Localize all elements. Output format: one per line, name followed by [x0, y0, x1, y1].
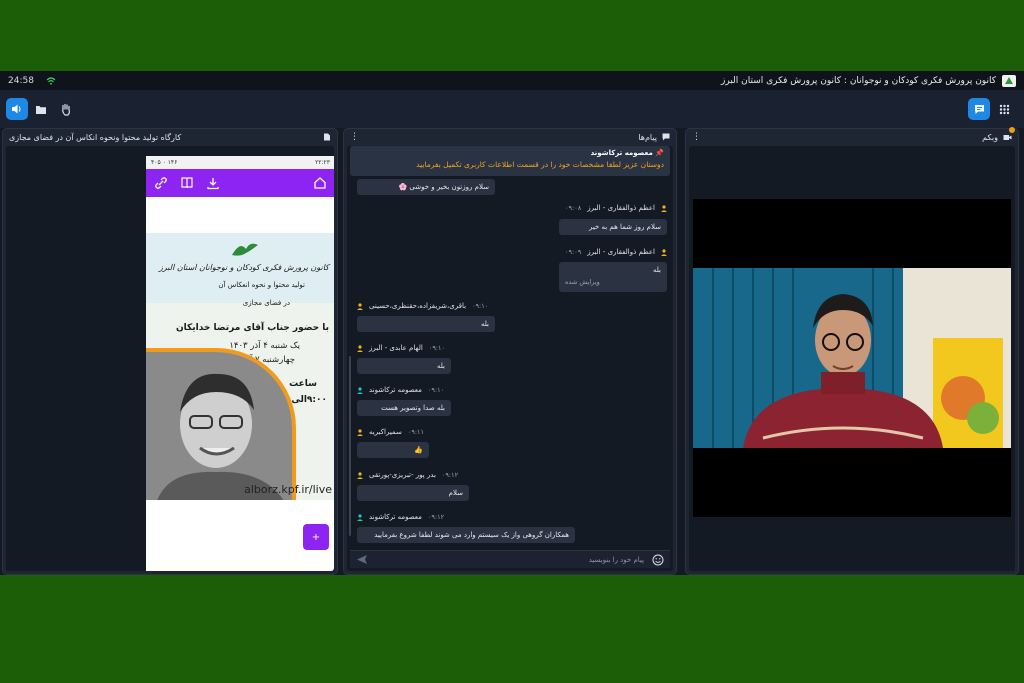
messages-panel-header: پیام‌ها ⋮ — [344, 129, 676, 145]
content-panel-header: کارگاه تولید محتوا ونحوه انکاس آن در فضا… — [3, 129, 337, 145]
phone-blank-space — [146, 197, 334, 233]
link-icon[interactable] — [154, 176, 168, 190]
clock: 24:58 — [8, 75, 34, 86]
poster-subtitle-line: در فضای مجازی — [242, 299, 290, 307]
book-icon[interactable] — [180, 176, 194, 190]
document-icon — [324, 133, 330, 141]
hand-icon — [62, 103, 70, 116]
pinned-message[interactable]: 📌 معصومه ترکاشوند دوستان عزیز لطفا مشخصا… — [350, 146, 670, 176]
message-bubble: بله — [357, 316, 495, 332]
event-poster: کانون پرورش فکری کودکان و نوجوانان استان… — [146, 233, 334, 500]
messages-more-menu-icon[interactable]: ⋮ — [350, 132, 359, 142]
emoji-icon[interactable] — [652, 554, 664, 566]
pinned-sender: 📌 معصومه ترکاشوند — [590, 149, 664, 157]
chat-area: 📌 معصومه ترکاشوند دوستان عزیز لطفا مشخصا… — [347, 146, 673, 571]
notification-dot — [1009, 127, 1015, 133]
user-icon — [357, 471, 363, 479]
message-bubble: 👍 — [357, 442, 429, 458]
chat-toggle-button[interactable] — [968, 98, 990, 120]
webcam-area — [689, 146, 1015, 571]
content-panel-title: کارگاه تولید محتوا ونحوه انکاس آن در فضا… — [9, 132, 182, 142]
chat-icon — [974, 104, 984, 114]
poster-presenter-line: با حضور جناب آقای مرتضا خدایکان — [175, 323, 329, 333]
message-bubble: بله ویرایش شده — [559, 262, 667, 292]
wifi-icon — [46, 76, 56, 85]
apps-grid-button[interactable] — [993, 98, 1015, 120]
message-sender: اعظم ذوالفقاری - البرز ۰۹:۰۸ — [565, 204, 667, 212]
message-sender: باقری،شریفزاده،حقنظری،حسینی ۰۹:۱۰ — [357, 302, 488, 310]
poster-date-1: یک شنبه ۴ آذر ۱۴۰۳ — [229, 341, 300, 351]
folder-icon — [36, 105, 46, 114]
messages-panel-title: پیام‌ها — [638, 132, 657, 142]
user-icon — [357, 386, 363, 394]
phone-status-left: ۴۰۵ ۰ ۱۴۶ — [151, 159, 178, 166]
poster-title-line: تولید محتوا و نحوه انعکاس آن — [218, 281, 305, 289]
poster-url: alborz.kpf.ir/live — [244, 483, 332, 496]
user-icon — [357, 513, 363, 521]
message-sender: اعظم ذوالفقاری - البرز ۰۹:۰۹ — [565, 248, 667, 256]
user-icon — [357, 302, 363, 310]
screen-share-area: ۴۰۵ ۰ ۱۴۶ ۲۲:۲۳ کانون پرورش فکری کودکان … — [6, 146, 334, 571]
message-sender: معصومه ترکاشوند ۰۹:۱۲ — [357, 513, 444, 521]
presenter-photo — [146, 348, 296, 500]
message-sender: معصومه ترکاشوند ۰۹:۱۰ — [357, 386, 444, 394]
app-logo-icon — [1002, 74, 1016, 87]
poster-org-line: کانون پرورش فکری کودکان و نوجوانان استان… — [158, 263, 329, 272]
home-icon[interactable] — [313, 176, 327, 190]
speaker-button[interactable] — [6, 98, 28, 120]
webcam-video — [693, 199, 1011, 517]
grid-icon — [999, 104, 1009, 114]
send-icon[interactable] — [356, 554, 368, 565]
user-icon — [661, 248, 667, 256]
message-bubble: سلام روز شما هم به خیر — [559, 219, 667, 235]
message-composer: پیام خود را بنویسید — [350, 550, 670, 568]
message-bubble: سلام — [357, 485, 469, 501]
message-icon — [662, 133, 670, 141]
message-sender: الهام عابدی - البرز ۰۹:۱۰ — [357, 344, 445, 352]
title-bar: 24:58 کانون پرورش فکری کودکان و نوجوانان… — [0, 71, 1024, 90]
webcam-panel-title: وبکم — [982, 132, 998, 142]
pin-icon: 📌 — [655, 149, 664, 157]
toolbar — [0, 90, 1024, 128]
message-bubble: همکاران گروهی واز یک سیستم وارد می شوند … — [357, 527, 575, 543]
shared-phone-screen: ۴۰۵ ۰ ۱۴۶ ۲۲:۲۳ کانون پرورش فکری کودکان … — [146, 156, 334, 571]
webcam-more-menu-icon[interactable]: ⋮ — [692, 132, 701, 142]
raise-hand-button[interactable] — [55, 98, 77, 120]
message-sender: بدر پور -تبریزی-پورتقی ۰۹:۱۲ — [357, 471, 458, 479]
add-fab-button[interactable]: + — [303, 524, 329, 550]
poster-time-label: ساعت — [289, 379, 317, 389]
download-icon[interactable] — [206, 176, 220, 190]
webcam-panel-header: وبکم ⋮ — [686, 129, 1018, 145]
user-icon — [357, 428, 363, 436]
camera-feed — [693, 268, 1011, 448]
phone-status-bar: ۴۰۵ ۰ ۱۴۶ ۲۲:۲۳ — [146, 156, 334, 169]
message-bubble: بله صدا وتصویر هست — [357, 400, 451, 416]
folder-button[interactable] — [30, 98, 52, 120]
pinned-text: دوستان عزیز لطفا مشخصات خود را در قسمت ا… — [416, 160, 664, 169]
message-bubble: سلام روزتون بخیر و خوشی 🌸 — [357, 179, 495, 195]
message-input[interactable]: پیام خود را بنویسید — [589, 556, 644, 564]
messages-panel: پیام‌ها ⋮ 📌 معصومه ترکاشوند دوستان عزیز … — [343, 128, 677, 575]
video-camera-icon — [1003, 134, 1012, 140]
message-sender: سمیراکبریه ۰۹:۱۱ — [357, 428, 424, 436]
chat-scrollbar[interactable] — [349, 356, 351, 536]
speaker-icon — [12, 104, 21, 114]
user-icon — [661, 204, 667, 212]
content-panel: کارگاه تولید محتوا ونحوه انکاس آن در فضا… — [2, 128, 338, 575]
edited-label: ویرایش شده — [565, 278, 600, 286]
message-bubble: بله — [357, 358, 451, 374]
message-text: بله — [652, 266, 661, 274]
user-icon — [357, 344, 363, 352]
window-title: کانون پرورش فکری کودکان و نوجوانان : کان… — [721, 75, 996, 86]
phone-status-right: ۲۲:۲۳ — [315, 159, 330, 166]
kanoon-logo-icon — [232, 243, 258, 256]
app-window: 24:58 کانون پرورش فکری کودکان و نوجوانان… — [0, 71, 1024, 575]
phone-app-bar — [146, 169, 334, 197]
webcam-panel: وبکم ⋮ — [685, 127, 1019, 575]
